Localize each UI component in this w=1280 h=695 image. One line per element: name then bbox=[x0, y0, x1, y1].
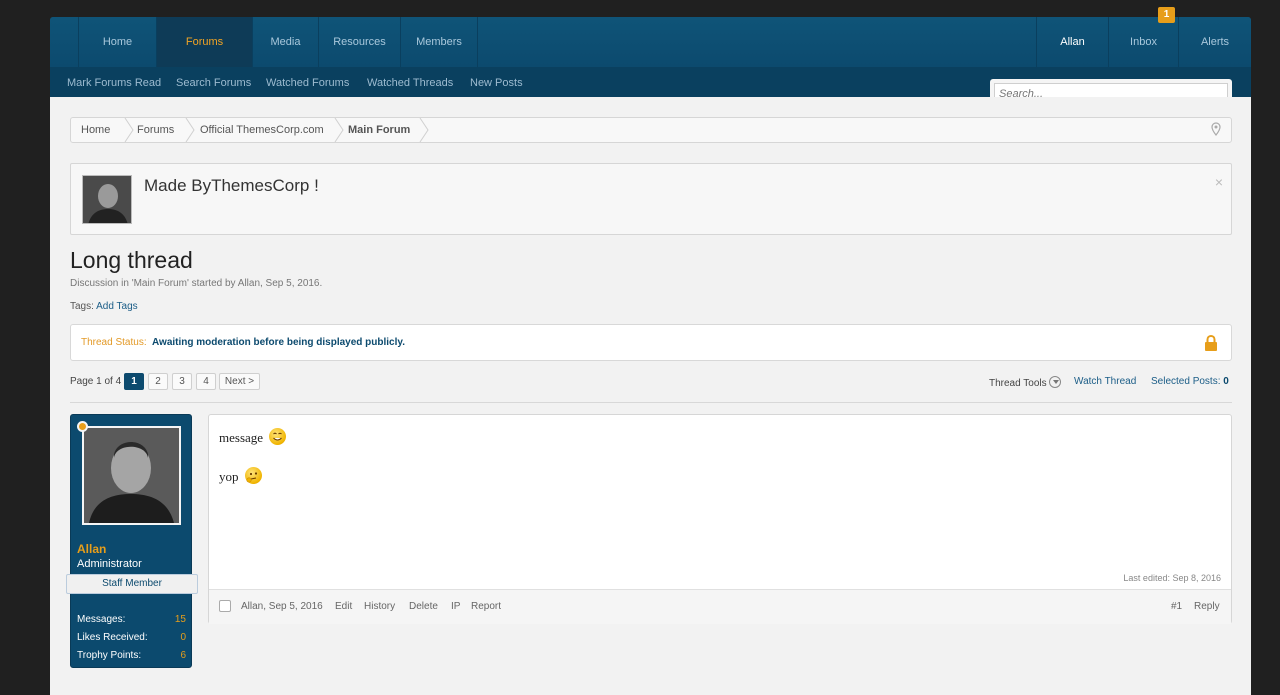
new-posts-link[interactable]: New Posts bbox=[470, 77, 523, 89]
page-1-button[interactable]: 1 bbox=[124, 373, 144, 390]
post: message yop Last edited: Sep 8, 2016 All… bbox=[208, 414, 1232, 624]
edit-link[interactable]: Edit bbox=[335, 601, 352, 612]
breadcrumb-home[interactable]: Home bbox=[81, 118, 110, 142]
selected-posts-link[interactable]: Selected Posts: 0 bbox=[1151, 376, 1229, 387]
page-label: Page 1 of 4 bbox=[70, 376, 122, 387]
reply-link[interactable]: Reply bbox=[1194, 601, 1220, 612]
post-number-link[interactable]: #1 bbox=[1171, 601, 1182, 612]
next-page-button[interactable]: Next > bbox=[219, 373, 260, 390]
breadcrumb: Home Forums Official ThemesCorp.com Main… bbox=[70, 117, 1232, 143]
stat-label: Messages: bbox=[77, 614, 126, 625]
thread-status-bar: Thread Status: Awaiting moderation befor… bbox=[70, 324, 1232, 361]
close-icon[interactable]: × bbox=[1215, 174, 1223, 190]
watch-thread-link[interactable]: Watch Thread bbox=[1074, 376, 1136, 387]
report-link[interactable]: Report bbox=[471, 601, 501, 612]
tags-row: Tags: Add Tags bbox=[70, 301, 138, 312]
tab-resources[interactable]: Resources bbox=[318, 17, 400, 67]
stat-messages: Messages: 15 bbox=[77, 614, 186, 625]
map-pin-icon[interactable] bbox=[1211, 122, 1221, 136]
search-forums-link[interactable]: Search Forums bbox=[176, 77, 251, 89]
tab-members[interactable]: Members bbox=[400, 17, 478, 67]
selected-posts-count: 0 bbox=[1223, 376, 1229, 387]
notice-banner: Made ByThemesCorp ! × bbox=[70, 163, 1232, 235]
add-tags-link[interactable]: Add Tags bbox=[96, 301, 138, 312]
stat-trophy-points: Trophy Points: 6 bbox=[77, 650, 186, 661]
inbox-count-badge: 1 bbox=[1158, 7, 1175, 23]
online-status-indicator bbox=[77, 421, 88, 432]
stat-label: Trophy Points: bbox=[77, 650, 142, 661]
message-text: message bbox=[219, 430, 264, 445]
breadcrumb-separator-icon bbox=[124, 118, 134, 142]
ip-link[interactable]: IP bbox=[451, 601, 460, 612]
lock-icon bbox=[1205, 335, 1217, 351]
breadcrumb-separator-icon bbox=[334, 118, 344, 142]
staff-badge: Staff Member bbox=[66, 574, 198, 594]
stat-likes: Likes Received: 0 bbox=[77, 632, 186, 643]
user-card: Allan Administrator Staff Member Message… bbox=[66, 414, 198, 668]
stat-value[interactable]: 15 bbox=[175, 614, 186, 625]
watched-threads-link[interactable]: Watched Threads bbox=[367, 77, 453, 89]
stat-label: Likes Received: bbox=[77, 632, 148, 643]
tab-forums[interactable]: Forums bbox=[156, 17, 252, 67]
chevron-down-icon bbox=[1048, 376, 1061, 388]
breadcrumb-separator-icon bbox=[419, 118, 429, 142]
select-post-checkbox[interactable] bbox=[219, 600, 231, 612]
user-menu[interactable]: Allan bbox=[1036, 17, 1108, 67]
thread-status-value: Awaiting moderation before being display… bbox=[152, 337, 405, 348]
thinking-icon bbox=[244, 467, 262, 484]
main-content: Home Forums Official ThemesCorp.com Main… bbox=[50, 97, 1251, 695]
primary-nav: Home Forums Media Resources Members Alla… bbox=[50, 7, 1251, 67]
history-link[interactable]: History bbox=[364, 601, 395, 612]
breadcrumb-official[interactable]: Official ThemesCorp.com bbox=[200, 118, 324, 142]
tags-label: Tags: bbox=[70, 301, 94, 312]
alerts-link[interactable]: Alerts bbox=[1178, 17, 1251, 67]
stat-value[interactable]: 6 bbox=[180, 650, 186, 661]
post-author-date[interactable]: Allan, Sep 5, 2016 bbox=[241, 601, 323, 612]
site-header: Home Forums Media Resources Members Alla… bbox=[50, 7, 1251, 105]
breadcrumb-separator-icon bbox=[185, 118, 195, 142]
mark-forums-read-link[interactable]: Mark Forums Read bbox=[67, 77, 161, 89]
selected-posts-label: Selected Posts: bbox=[1151, 376, 1221, 387]
page-4-button[interactable]: 4 bbox=[196, 373, 216, 390]
user-title: Administrator bbox=[77, 558, 142, 570]
stat-value: 0 bbox=[180, 632, 186, 643]
tab-home[interactable]: Home bbox=[78, 17, 156, 67]
thread-tools-menu[interactable]: Thread Tools bbox=[989, 376, 1061, 389]
inbox-link[interactable]: Inbox bbox=[1108, 17, 1178, 67]
page-title: Long thread bbox=[70, 247, 193, 273]
tab-media[interactable]: Media bbox=[252, 17, 318, 67]
page-3-button[interactable]: 3 bbox=[172, 373, 192, 390]
smile-icon bbox=[269, 428, 287, 445]
thread-description: Discussion in 'Main Forum' started by Al… bbox=[70, 278, 323, 289]
notice-text: Made ByThemesCorp ! bbox=[144, 176, 319, 195]
breadcrumb-forums[interactable]: Forums bbox=[137, 118, 174, 142]
thread-tools-label: Thread Tools bbox=[989, 378, 1047, 389]
delete-link[interactable]: Delete bbox=[409, 601, 438, 612]
message-text: yop bbox=[219, 469, 239, 484]
breadcrumb-main-forum[interactable]: Main Forum bbox=[348, 118, 410, 142]
username-link[interactable]: Allan bbox=[77, 542, 106, 556]
thread-status-label: Thread Status: bbox=[81, 337, 147, 348]
avatar[interactable] bbox=[82, 426, 181, 525]
message-line: yop bbox=[219, 467, 262, 485]
page-2-button[interactable]: 2 bbox=[148, 373, 168, 390]
post-footer: Allan, Sep 5, 2016 Edit History Delete I… bbox=[209, 589, 1231, 624]
notice-avatar bbox=[82, 175, 132, 224]
divider bbox=[70, 402, 1232, 403]
last-edited-text: Last edited: Sep 8, 2016 bbox=[1123, 573, 1221, 583]
message-line: message bbox=[219, 428, 287, 446]
watched-forums-link[interactable]: Watched Forums bbox=[266, 77, 349, 89]
